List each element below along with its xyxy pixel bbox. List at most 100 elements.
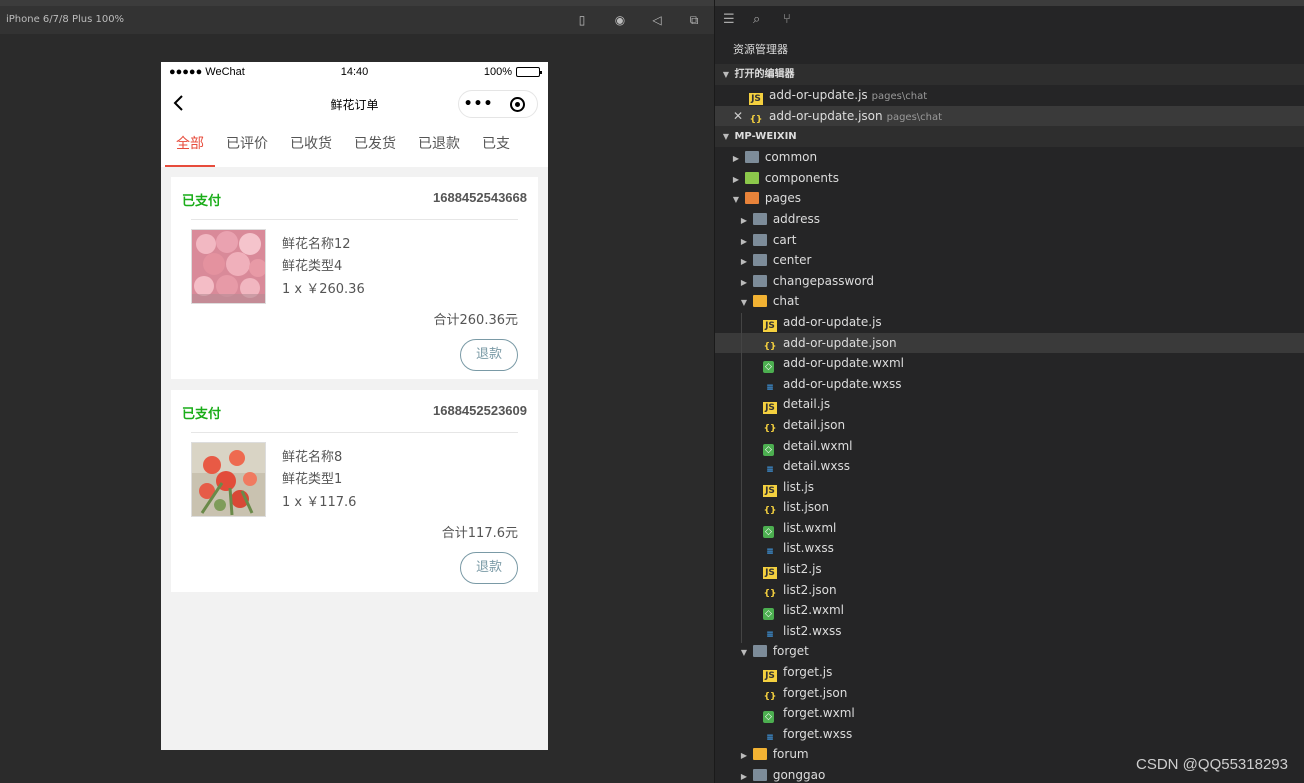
order-status: 已支付 [182,407,222,422]
folder-icon [752,212,767,225]
tree-file[interactable]: JS list2.js [715,559,1304,580]
wxml-file-icon: ◇ [763,525,774,538]
tree-label: forget [772,644,809,659]
tree-label: pages [764,191,802,206]
tree-folder[interactable]: ▶ center [715,250,1304,271]
refund-button[interactable]: 退款 [460,552,518,584]
record-icon[interactable]: ◉ [612,12,628,28]
tree-label: center [772,253,812,268]
tree-file[interactable]: ◇ list.wxml [715,518,1304,539]
open-editor-item[interactable]: JS add-or-update.js pages\chat [715,85,1304,106]
folder-icon [752,233,767,246]
tree-file[interactable]: ◇ add-or-update.wxml [715,353,1304,374]
flower-image[interactable] [191,442,266,517]
tree-file[interactable]: ≡ forget.wxss [715,724,1304,745]
flower-image[interactable] [191,229,266,304]
window-icon[interactable]: ⧉ [686,12,702,28]
file-name: add-or-update.js [769,88,868,102]
battery-icon [516,67,542,77]
tree-label: detail.js [783,397,831,412]
tab-paid[interactable]: 已支 [471,122,521,167]
order-number: 1688452523609 [433,403,527,418]
close-icon[interactable]: ✕ [733,106,743,127]
tree-file[interactable]: {} list2.json [715,580,1304,601]
order-card[interactable]: 已支付 1688452543668 鲜花名称12 鲜花类型4 1 x ￥260.… [171,177,538,379]
tab-refunded[interactable]: 已退款 [407,122,471,167]
tree-file[interactable]: ◇ list2.wxml [715,600,1304,621]
capsule-menu: ••• [458,90,538,118]
tree-folder[interactable]: ▶ address [715,209,1304,230]
tree-file[interactable]: ≡ detail.wxss [715,456,1304,477]
tree-file[interactable]: ≡ list2.wxss [715,621,1304,642]
json-file-icon: {} [763,341,777,352]
divider [191,219,518,220]
flower-type: 鲜花类型1 [282,472,343,487]
open-editors-header[interactable]: ▼ 打开的编辑器 [715,64,1304,85]
tree-file[interactable]: ≡ list.wxss [715,538,1304,559]
device-selector[interactable]: iPhone 6/7/8 Plus 100% [6,14,124,25]
tree-label: list2.wxml [783,603,845,618]
js-file-icon: JS [749,93,763,105]
tree-folder[interactable]: ▼ chat [715,291,1304,312]
tree-label: add-or-update.json [783,335,897,350]
wxss-file-icon: ≡ [766,732,774,743]
tree-label: list2.wxss [783,623,842,638]
tree-folder[interactable]: ▶ components [715,168,1304,189]
tree-folder[interactable]: ▶ common [715,147,1304,168]
wxml-file-icon: ◇ [763,361,774,374]
more-icon[interactable]: ••• [459,96,498,112]
quantity-price: 1 x ￥260.36 [282,282,365,297]
search-icon[interactable]: ⌕ [753,12,760,27]
wxss-file-icon: ≡ [766,382,774,393]
file-name: add-or-update.json [769,108,883,123]
battery-percent: 100% [483,66,512,78]
wxss-file-icon: ≡ [766,629,774,640]
tree-folder[interactable]: ▼ pages [715,188,1304,209]
tree-file[interactable]: JS detail.js [715,394,1304,415]
tree-file[interactable]: {} forget.json [715,683,1304,704]
chevron-right-icon: ▶ [740,257,748,267]
status-bar: ●●●●● WeChat 14:40 100% [161,62,548,84]
tree-file[interactable]: ◇ detail.wxml [715,436,1304,457]
order-total: 合计260.36元 [433,313,519,328]
chevron-down-icon: ▼ [740,648,748,658]
tree-label: list.wxss [783,541,834,556]
tree-file[interactable]: JS add-or-update.js [715,312,1304,333]
tree-folder[interactable]: ▶ changepassword [715,271,1304,292]
tree-label: list2.json [783,582,837,597]
tree-file[interactable]: {} detail.json [715,415,1304,436]
volume-icon[interactable]: ◁ [649,12,665,28]
tree-label: add-or-update.wxml [783,356,905,371]
close-mini-program-button[interactable] [498,96,537,112]
tree-file[interactable]: JS list.js [715,477,1304,498]
nav-bar: 鲜花订单 ••• [161,84,548,122]
tree-file[interactable]: {} add-or-update.json [715,332,1304,354]
tree-file[interactable]: ◇ forget.wxml [715,703,1304,724]
project-header[interactable]: ▼ MP-WEIXIN [715,126,1304,148]
order-tabs: 全部 已评价 已收货 已发货 已退款 已支 [161,122,548,167]
tree-file[interactable]: ≡ add-or-update.wxss [715,374,1304,395]
tab-shipped[interactable]: 已发货 [343,122,407,167]
tree-label: list.js [783,479,815,494]
tree-folder[interactable]: ▶ cart [715,230,1304,251]
open-editor-item[interactable]: ✕ {} add-or-update.json pages\chat [715,105,1304,127]
tab-reviewed[interactable]: 已评价 [215,122,279,167]
tab-received[interactable]: 已收货 [279,122,343,167]
open-editors-label: 打开的编辑器 [734,69,795,80]
chevron-down-icon: ▼ [732,195,740,205]
tree-folder[interactable]: ▼ forget [715,641,1304,662]
phone-icon[interactable]: ▯ [574,12,590,28]
order-card[interactable]: 已支付 1688452523609 鲜花名称8 鲜花类型1 1 x ￥117.6… [171,390,538,592]
folder-icon [752,645,767,658]
refund-button[interactable]: 退款 [460,339,518,371]
tab-all[interactable]: 全部 [165,122,215,167]
tree-file[interactable]: JS forget.js [715,662,1304,683]
phone-screen: ●●●●● WeChat 14:40 100% 鲜花订单 ••• 全部 已评价 … [161,62,548,750]
tree-label: components [764,170,839,185]
branch-icon[interactable]: ⑂ [783,12,791,27]
order-total: 合计117.6元 [441,526,518,541]
explorer-toolbar: ☰ ⌕ ⑂ [715,0,1304,36]
flower-name: 鲜花名称12 [282,237,351,252]
list-icon[interactable]: ☰ [723,12,735,27]
tree-file[interactable]: {} list.json [715,497,1304,518]
